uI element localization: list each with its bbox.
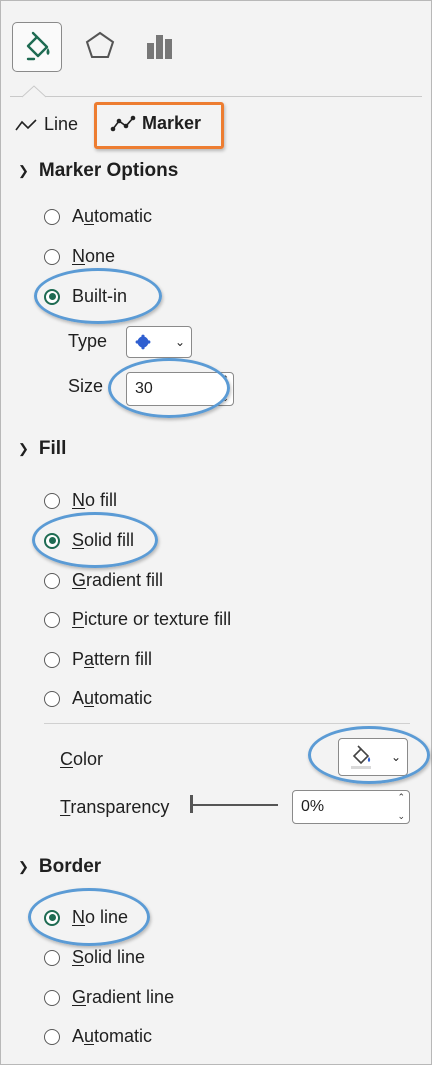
fill-automatic-radio[interactable]: Automatic <box>44 688 152 709</box>
fill-title: Fill <box>38 438 67 459</box>
radio-label: No line <box>72 907 129 927</box>
fill-header[interactable]: ❯ Fill <box>18 438 66 460</box>
radio-circle[interactable] <box>44 611 60 628</box>
series-options-category-button[interactable] <box>136 22 184 70</box>
marker-shape-icon <box>135 334 151 350</box>
bar-chart-icon <box>147 35 172 59</box>
radio-label: Pattern fill <box>72 649 153 669</box>
gradient-line-radio[interactable]: Gradient line <box>44 987 174 1008</box>
radio-circle[interactable] <box>44 690 60 707</box>
radio-circle[interactable] <box>44 208 60 225</box>
radio-circle[interactable] <box>44 989 60 1006</box>
selected-category-pointer <box>22 85 46 98</box>
chevron-down-icon: ❯ <box>18 441 29 456</box>
radio-circle[interactable] <box>44 1028 60 1045</box>
type-label: Type <box>68 331 108 351</box>
chevron-down-icon: ❯ <box>18 859 29 874</box>
no-line-radio[interactable]: No line <box>44 907 128 928</box>
spin-up-icon[interactable]: ⌃ <box>397 793 405 802</box>
border-header[interactable]: ❯ Border <box>18 856 101 878</box>
solid-line-radio[interactable]: Solid line <box>44 947 145 968</box>
border-automatic-radio[interactable]: Automatic <box>44 1026 152 1047</box>
marker-options-title: Marker Options <box>38 160 179 181</box>
radio-circle-checked[interactable] <box>44 532 60 549</box>
no-fill-radio[interactable]: No fill <box>44 490 117 511</box>
marker-options-header[interactable]: ❯ Marker Options <box>18 160 178 182</box>
paint-bucket-icon <box>26 31 50 61</box>
transparency-value: 0% <box>301 798 325 815</box>
effects-category-button[interactable] <box>76 22 124 70</box>
fill-divider <box>44 723 410 724</box>
tab-line[interactable]: Line <box>14 114 78 135</box>
radio-label: Automatic <box>72 206 153 226</box>
radio-label: Automatic <box>72 688 153 708</box>
radio-label: Built-in <box>72 286 128 306</box>
radio-circle-checked[interactable] <box>44 288 60 305</box>
marker-tab-callout <box>94 102 224 149</box>
radio-circle-checked[interactable] <box>44 909 60 926</box>
radio-label: Solid line <box>72 947 146 967</box>
radio-circle[interactable] <box>44 949 60 966</box>
radio-label: Gradient fill <box>72 570 164 590</box>
radio-label: None <box>72 246 116 266</box>
fill-line-category-button[interactable] <box>12 22 62 72</box>
transparency-label: Transparency <box>60 797 170 817</box>
gradient-fill-radio[interactable]: Gradient fill <box>44 570 163 591</box>
pattern-fill-radio[interactable]: Pattern fill <box>44 649 152 670</box>
radio-circle[interactable] <box>44 651 60 668</box>
radio-label: Picture or texture fill <box>72 609 232 629</box>
marker-built-in-radio[interactable]: Built-in <box>44 286 127 307</box>
size-value: 30 <box>135 380 153 397</box>
solid-fill-radio[interactable]: Solid fill <box>44 530 134 551</box>
transparency-spinner[interactable]: 0% ⌃ ⌄ <box>292 790 410 824</box>
marker-none-radio[interactable]: None <box>44 246 115 267</box>
radio-label: Gradient line <box>72 987 175 1007</box>
tab-line-label: Line <box>44 114 79 134</box>
line-icon <box>15 118 37 130</box>
radio-circle[interactable] <box>44 492 60 509</box>
paint-bucket-icon <box>351 745 371 769</box>
fill-color-picker[interactable]: ⌄ <box>338 738 408 776</box>
chevron-down-icon: ⌄ <box>174 335 185 349</box>
radio-label: Solid fill <box>72 530 135 550</box>
radio-label: Automatic <box>72 1026 153 1046</box>
radio-label: No fill <box>72 490 118 510</box>
radio-circle[interactable] <box>44 248 60 265</box>
transparency-slider-thumb[interactable] <box>190 795 193 813</box>
border-title: Border <box>38 856 102 877</box>
radio-circle[interactable] <box>44 572 60 589</box>
chevron-down-icon: ❯ <box>18 163 29 178</box>
color-label: Color <box>60 749 104 769</box>
chevron-down-icon: ⌄ <box>390 750 401 764</box>
size-label: Size <box>68 376 104 396</box>
picture-texture-fill-radio[interactable]: Picture or texture fill <box>44 609 231 630</box>
transparency-slider-track[interactable] <box>192 804 278 806</box>
pentagon-icon <box>85 31 115 58</box>
spin-up-icon[interactable]: ⌃ <box>221 375 229 384</box>
category-divider <box>10 96 422 97</box>
marker-type-dropdown[interactable]: ⌄ <box>126 326 192 358</box>
spin-down-icon[interactable]: ⌄ <box>397 812 405 821</box>
marker-size-spinner[interactable]: 30 ⌃ ⌄ <box>126 372 234 406</box>
spin-down-icon[interactable]: ⌄ <box>221 394 229 403</box>
marker-automatic-radio[interactable]: Automatic <box>44 206 152 227</box>
